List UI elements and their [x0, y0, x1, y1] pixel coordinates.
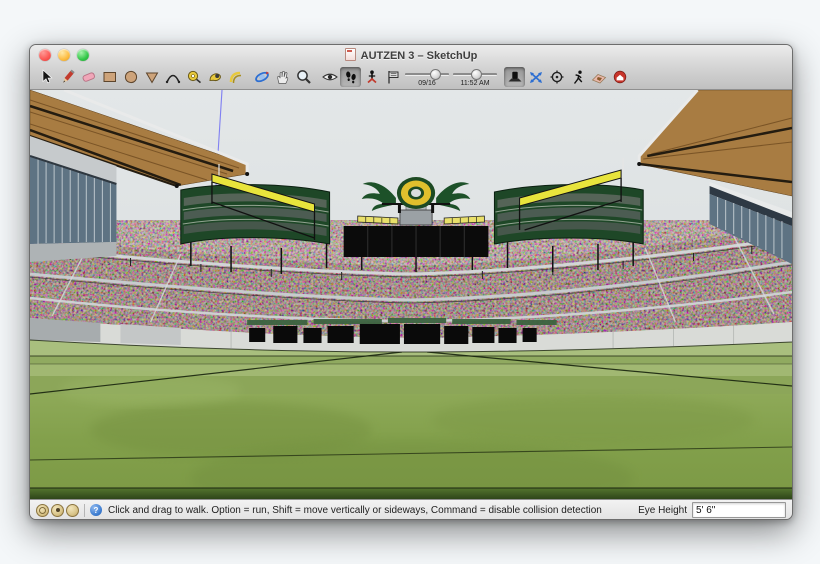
offset-tool-button[interactable] [225, 67, 246, 87]
rectangle-icon [103, 71, 116, 82]
footprints-icon [345, 71, 356, 83]
pencil-icon [62, 69, 75, 83]
select-tool-button[interactable] [36, 67, 57, 87]
zoom-tool-button[interactable] [293, 67, 314, 87]
photo-texture-icon [591, 73, 606, 83]
hand-icon [276, 70, 288, 84]
shadows-flag-button[interactable] [382, 67, 403, 87]
titlebar[interactable]: AUTZEN 3 – SketchUp [30, 45, 792, 65]
tape-measure-tool-button[interactable] [183, 67, 204, 87]
field [30, 338, 792, 499]
status-coin-icon-2[interactable] [51, 503, 64, 517]
circle-icon [124, 70, 137, 83]
eye-icon [321, 73, 338, 80]
target-compass-icon [550, 70, 563, 83]
slider-thumb[interactable] [430, 68, 441, 80]
photo-texture-button[interactable] [588, 67, 609, 87]
stage-icon [508, 71, 521, 81]
position-target-button[interactable] [546, 67, 567, 87]
help-icon[interactable]: ? [90, 504, 102, 516]
magnifier-icon [296, 69, 311, 84]
toolbar: 09/16 11:52 AM [30, 65, 792, 89]
eraser-icon [82, 71, 95, 82]
orbit-icon [254, 71, 269, 82]
follow-me-tool-button[interactable] [204, 67, 225, 87]
shadow-date-label: 09/16 [418, 79, 436, 87]
follow-me-icon [208, 72, 221, 81]
shadow-date-slider[interactable]: 09/16 [403, 67, 451, 87]
position-camera-tool-button[interactable] [361, 67, 382, 87]
warehouse-icon [613, 70, 626, 83]
offset-icon [229, 71, 241, 83]
rectangle-tool-button[interactable] [99, 67, 120, 87]
eye-height-label: Eye Height [638, 504, 687, 516]
slider-thumb[interactable] [471, 68, 482, 80]
arc-icon [165, 74, 180, 83]
circle-tool-button[interactable] [120, 67, 141, 87]
status-coin-icon-1[interactable] [36, 503, 49, 517]
warehouse-button[interactable] [609, 67, 630, 87]
shadow-time-slider[interactable]: 11:52 AM [451, 67, 499, 87]
arc-tool-button[interactable] [162, 67, 183, 87]
near-field-edge [30, 488, 792, 499]
line-tool-button[interactable] [57, 67, 78, 87]
look-around-tool-button[interactable] [319, 67, 340, 87]
shadow-time-label: 11:52 AM [460, 79, 490, 87]
triangle-icon [145, 72, 158, 83]
window-chrome: AUTZEN 3 – SketchUp 09/16 11:52 AM [30, 45, 792, 90]
running-figure-icon [573, 70, 582, 84]
divider [84, 503, 85, 517]
select-arrow-icon [42, 68, 53, 83]
statusbar: ? Click and drag to walk. Option = run, … [30, 500, 792, 519]
run-walkthrough-button[interactable] [567, 67, 588, 87]
eye-height-input[interactable] [692, 502, 786, 518]
polygon-tool-button[interactable] [141, 67, 162, 87]
document-icon [344, 48, 356, 61]
pan-tool-button[interactable] [272, 67, 293, 87]
blue-cross-arrows-icon [529, 71, 542, 83]
status-hint-text: Click and drag to walk. Option = run, Sh… [108, 504, 602, 516]
sketchup-window: AUTZEN 3 – SketchUp 09/16 11:52 AM ? Cli… [29, 44, 793, 520]
model-viewport[interactable]: O [30, 90, 792, 500]
move-axes-button[interactable] [525, 67, 546, 87]
stage-tool-button[interactable] [504, 66, 525, 87]
window-title: AUTZEN 3 – SketchUp [30, 48, 792, 62]
orbit-tool-button[interactable] [251, 67, 272, 87]
flag-icon [387, 70, 398, 83]
slider-track [405, 72, 449, 76]
tape-measure-icon [187, 70, 201, 83]
position-camera-icon [366, 69, 377, 83]
walk-tool-button[interactable] [340, 66, 361, 87]
stadium-scene: O [30, 90, 792, 499]
status-coin-icon-3[interactable] [66, 503, 79, 517]
eraser-tool-button[interactable] [78, 67, 99, 87]
